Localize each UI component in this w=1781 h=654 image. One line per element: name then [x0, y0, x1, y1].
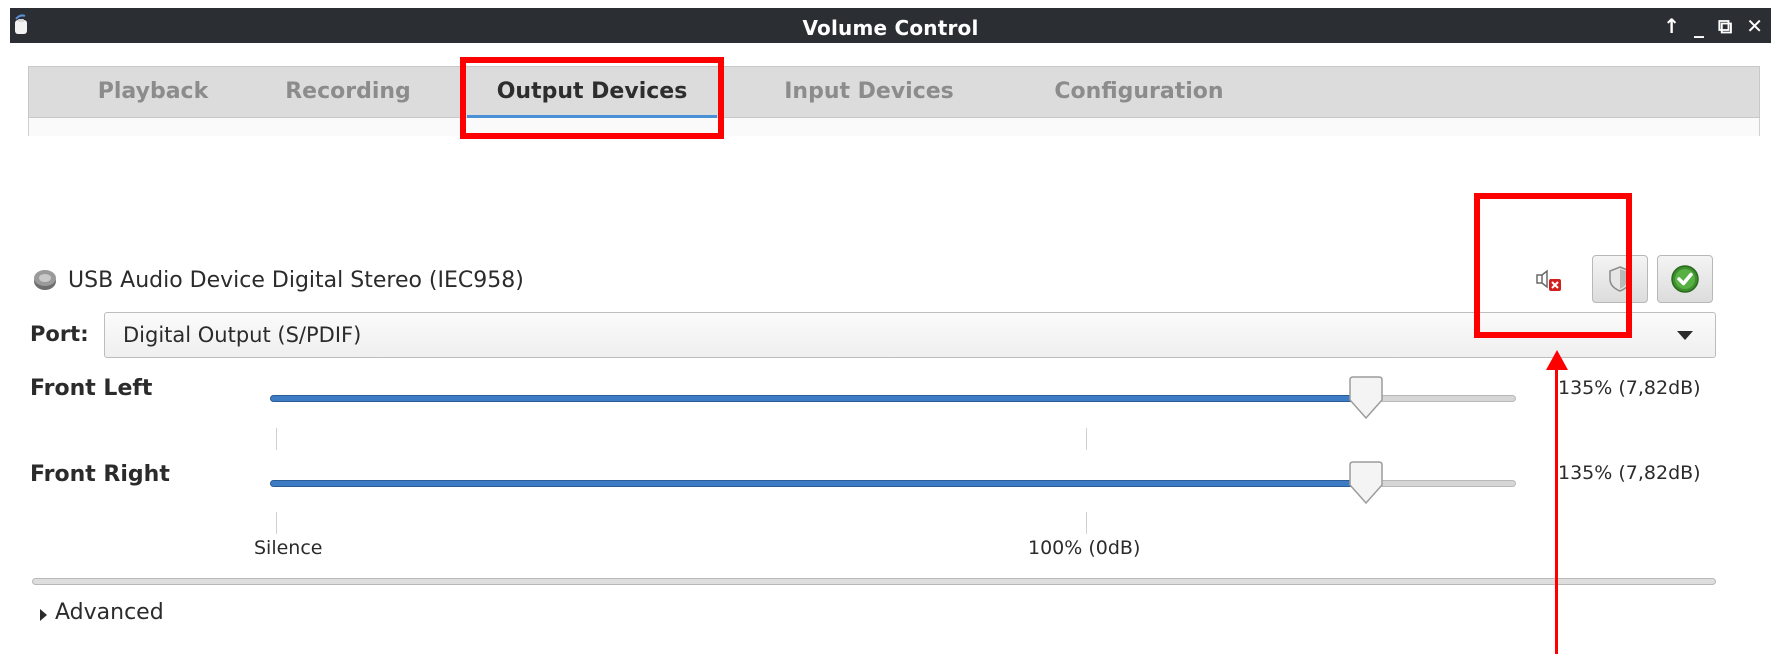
- tab-playback[interactable]: Playback: [73, 67, 233, 117]
- scale-label-silence: Silence: [254, 537, 323, 559]
- slider-front-right[interactable]: [270, 461, 1516, 505]
- tab-panel-top: [28, 118, 1760, 136]
- minimize-button[interactable]: _: [1694, 16, 1704, 36]
- tab-configuration[interactable]: Configuration: [1039, 67, 1239, 117]
- device-name: USB Audio Device Digital Stereo (IEC958): [68, 267, 524, 293]
- maximize-button[interactable]: ⧉: [1718, 16, 1732, 36]
- slider-fill: [270, 480, 1366, 487]
- separator: [32, 578, 1716, 585]
- window-controls: ↑ _ ⧉ ✕: [1663, 13, 1763, 39]
- chevron-down-icon: [1677, 331, 1693, 340]
- scale-tick-silence: [276, 428, 277, 450]
- channel-label-front-right: Front Right: [30, 462, 170, 487]
- channel-label-front-left: Front Left: [30, 376, 153, 401]
- device-header: USB Audio Device Digital Stereo (IEC958): [32, 264, 524, 296]
- expander-arrow-icon: [40, 608, 47, 621]
- port-label: Port:: [30, 322, 89, 346]
- slider-front-left[interactable]: [270, 376, 1516, 420]
- scale-label-reference: 100% (0dB): [1028, 537, 1141, 559]
- tab-recording[interactable]: Recording: [263, 67, 433, 117]
- slider-fill: [270, 395, 1366, 402]
- advanced-expander[interactable]: Advanced: [40, 600, 164, 625]
- scale-tick-reference: [1086, 428, 1087, 450]
- window-title: Volume Control: [802, 16, 979, 40]
- tab-output-devices[interactable]: Output Devices: [467, 67, 717, 119]
- lock-channels-icon: [1609, 266, 1631, 292]
- tab-input-devices[interactable]: Input Devices: [769, 67, 969, 117]
- advanced-label: Advanced: [55, 600, 164, 625]
- scale-tick-reference: [1086, 512, 1087, 534]
- mute-icon[interactable]: [1535, 267, 1563, 293]
- keep-above-button[interactable]: ↑: [1663, 16, 1680, 36]
- lock-channels-button[interactable]: [1592, 255, 1648, 303]
- window-titlebar: Volume Control ↑ _ ⧉ ✕: [10, 8, 1771, 43]
- volume-value-front-right: 135% (7,82dB): [1558, 462, 1701, 484]
- set-default-button[interactable]: [1657, 255, 1713, 303]
- volume-value-front-left: 135% (7,82dB): [1558, 377, 1701, 399]
- port-select-value: Digital Output (S/PDIF): [123, 323, 362, 347]
- close-button[interactable]: ✕: [1746, 16, 1763, 36]
- slider-knob[interactable]: [1347, 461, 1385, 505]
- speaker-icon: [34, 270, 56, 290]
- set-default-icon: [1671, 265, 1699, 293]
- slider-knob[interactable]: [1347, 376, 1385, 420]
- tab-bar: Playback Recording Output Devices Input …: [28, 66, 1760, 119]
- port-select[interactable]: Digital Output (S/PDIF): [104, 312, 1716, 358]
- scale-tick-silence: [276, 512, 277, 534]
- annotation-arrow-line: [1555, 362, 1558, 654]
